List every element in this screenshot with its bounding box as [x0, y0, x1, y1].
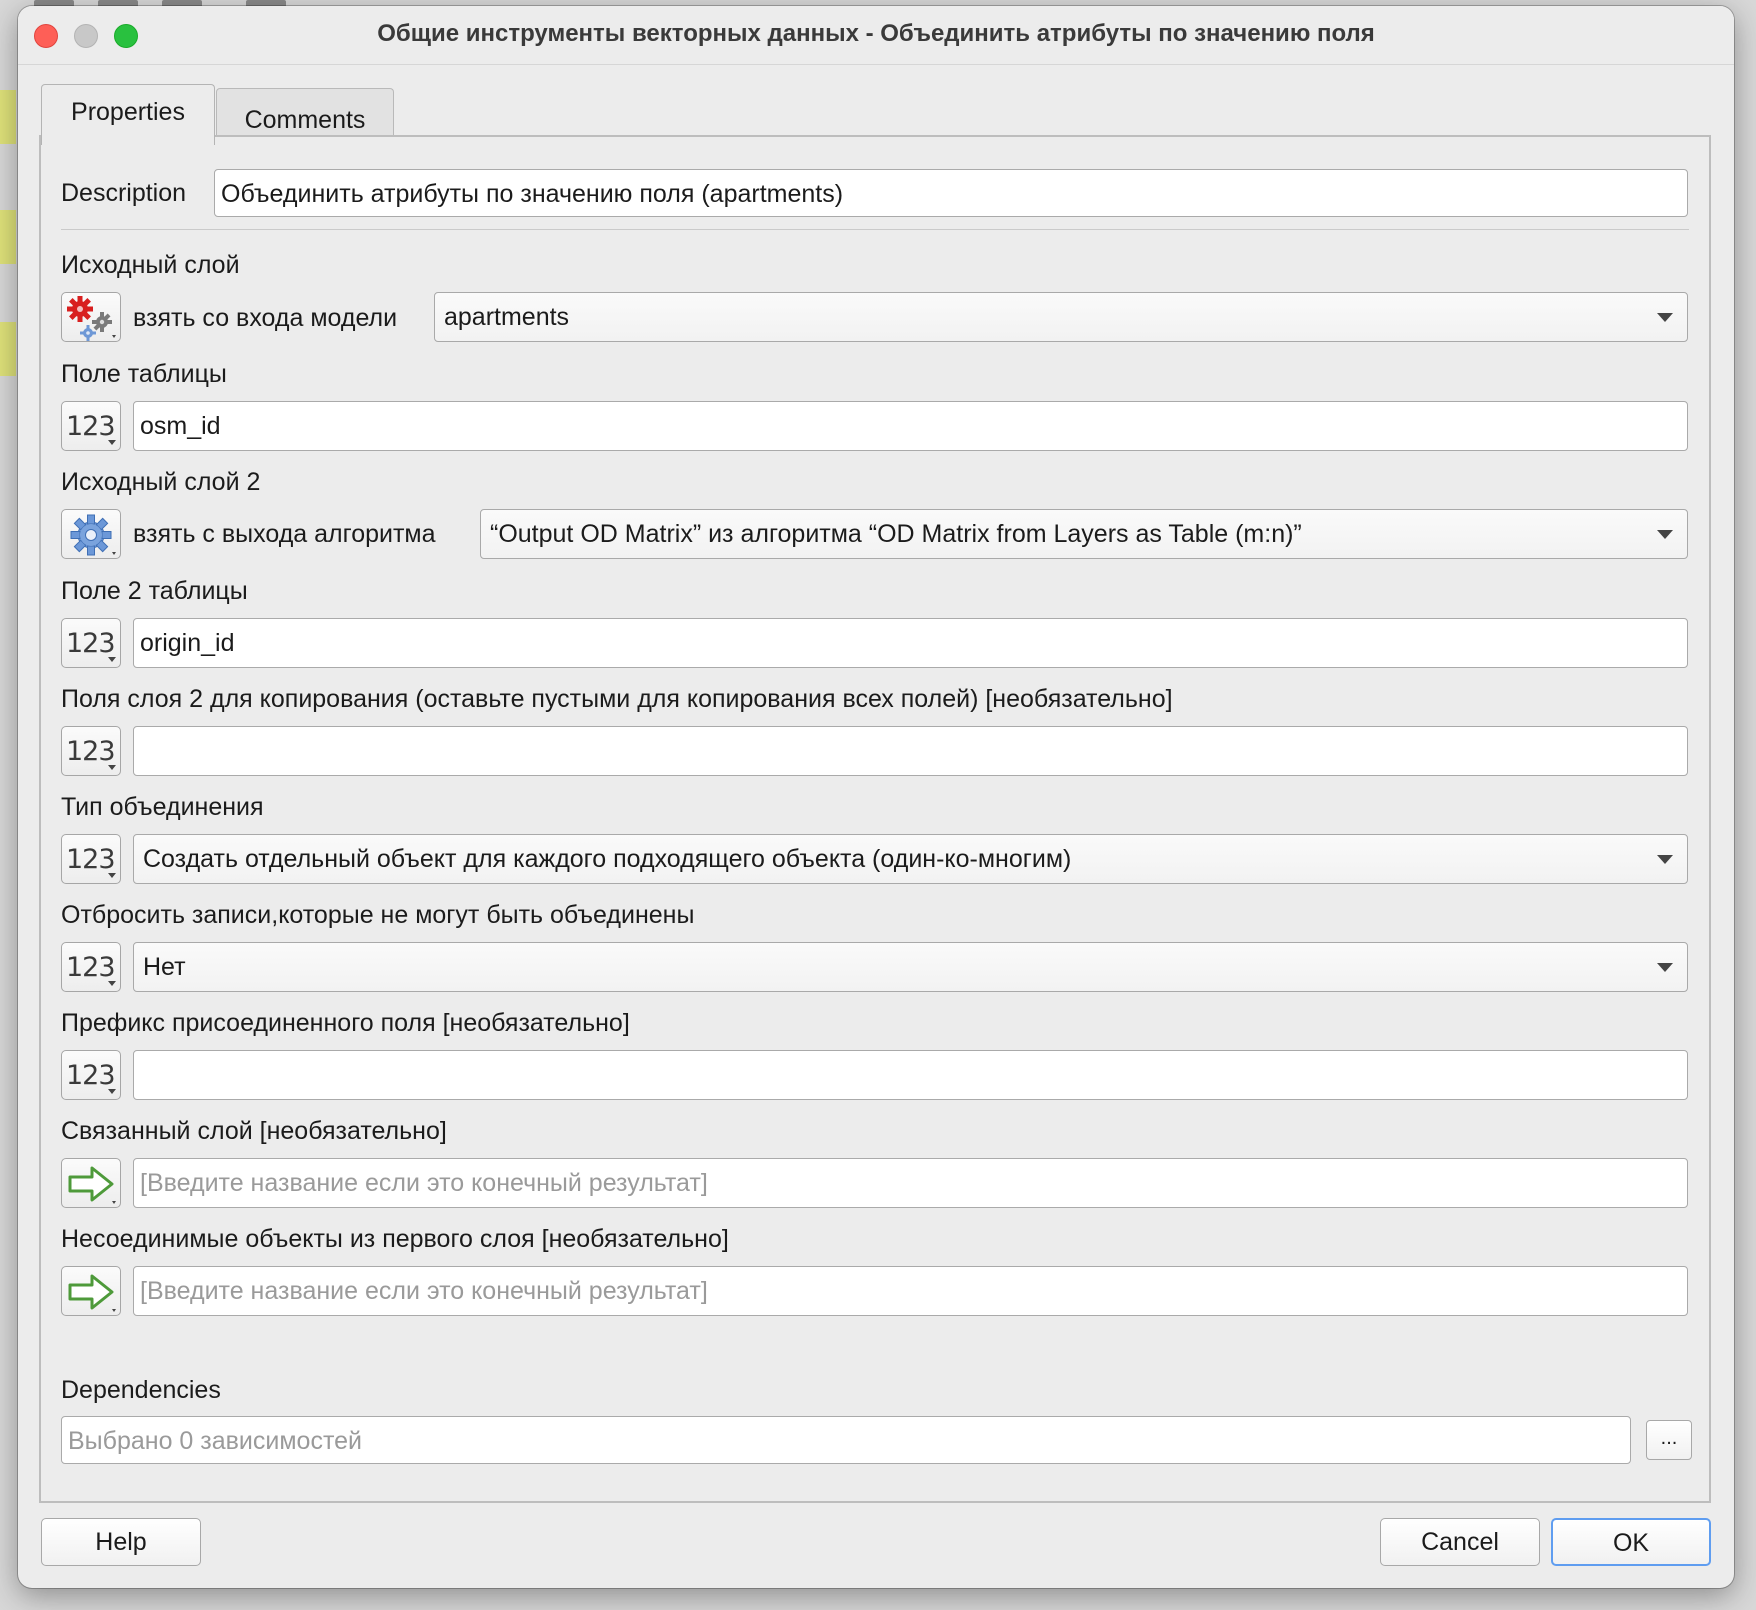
algorithm-dialog: Общие инструменты векторных данных - Объ… [18, 6, 1734, 1588]
input-layer-2-source-label: взять с выхода алгоритма [133, 520, 436, 548]
cancel-button[interactable]: Cancel [1380, 1518, 1540, 1566]
close-window-button[interactable] [34, 24, 58, 48]
input-layer-2-value: “Output OD Matrix” из алгоритма “OD Matr… [490, 520, 1302, 548]
numeric-value-icon: 123 [66, 736, 116, 767]
fields-to-copy-label: Поля слоя 2 для копирования (оставьте пу… [61, 685, 1173, 713]
chevron-down-icon [108, 981, 116, 986]
description-input[interactable]: Объединить атрибуты по значению поля (ap… [214, 169, 1688, 217]
joined-layer-label: Связанный слой [необязательно] [61, 1117, 447, 1145]
discard-nonmatching-combo[interactable]: Нет [133, 942, 1688, 992]
dependencies-browse-button[interactable]: ... [1646, 1420, 1692, 1460]
input-layer-2-source-button[interactable] [61, 509, 121, 559]
input-layer-2-label: Исходный слой 2 [61, 468, 261, 496]
discard-nonmatching-source-button[interactable]: 123 [61, 942, 121, 992]
discard-nonmatching-label: Отбросить записи,которые не могут быть о… [61, 901, 695, 929]
model-input-gears-icon [67, 296, 116, 341]
numeric-value-icon: 123 [66, 411, 116, 442]
algorithm-output-gear-icon [70, 514, 116, 556]
unjoinable-input[interactable]: [Введите название если это конечный резу… [133, 1266, 1688, 1316]
backdrop-yellow-strip [0, 90, 16, 144]
backdrop-yellow-strip [0, 322, 16, 376]
numeric-value-icon: 123 [66, 844, 116, 875]
join-type-label: Тип объединения [61, 793, 264, 821]
join-type-combo[interactable]: Создать отдельный объект для каждого под… [133, 834, 1688, 884]
unjoinable-label: Несоединимые объекты из первого слоя [не… [61, 1225, 729, 1253]
title-bar: Общие инструменты векторных данных - Объ… [18, 6, 1734, 65]
discard-nonmatching-value: Нет [143, 953, 186, 981]
window-title: Общие инструменты векторных данных - Объ… [377, 20, 1375, 47]
unjoinable-source-button[interactable] [61, 1266, 121, 1316]
input-layer-source-button[interactable] [61, 292, 121, 342]
table-field-source-button[interactable]: 123 [61, 401, 121, 451]
table-field-2-input[interactable]: origin_id [133, 618, 1688, 668]
backdrop-yellow-strip [0, 210, 16, 264]
help-button[interactable]: Help [41, 1518, 201, 1566]
input-layer-2-combo[interactable]: “Output OD Matrix” из алгоритма “OD Matr… [480, 509, 1688, 559]
description-separator [61, 229, 1689, 230]
prefix-label: Префикс присоединенного поля [необязател… [61, 1009, 630, 1037]
joined-layer-input[interactable]: [Введите название если это конечный резу… [133, 1158, 1688, 1208]
chevron-down-icon [108, 765, 116, 770]
table-field-2-source-button[interactable]: 123 [61, 618, 121, 668]
table-field-input[interactable]: osm_id [133, 401, 1688, 451]
numeric-value-icon: 123 [66, 628, 116, 659]
table-field-label: Поле таблицы [61, 360, 227, 388]
fields-to-copy-input[interactable] [133, 726, 1688, 776]
input-layer-label: Исходный слой [61, 251, 240, 279]
tab-properties[interactable]: Properties [41, 84, 215, 145]
input-layer-value: apartments [444, 303, 570, 331]
join-type-value: Создать отдельный объект для каждого под… [143, 845, 1072, 873]
join-type-source-button[interactable]: 123 [61, 834, 121, 884]
chevron-down-icon [108, 873, 116, 878]
chevron-down-icon [1657, 963, 1673, 972]
table-field-2-label: Поле 2 таблицы [61, 577, 248, 605]
chevron-down-icon [108, 1089, 116, 1094]
dependencies-label: Dependencies [61, 1376, 221, 1404]
dependencies-input[interactable]: Выбрано 0 зависимостей [61, 1416, 1631, 1464]
minimize-window-button[interactable] [74, 24, 98, 48]
input-layer-combo[interactable]: apartments [434, 292, 1688, 342]
green-arrow-icon [68, 1166, 116, 1204]
chevron-down-icon [108, 440, 116, 445]
green-arrow-icon [68, 1274, 116, 1312]
tab-comments[interactable]: Comments [216, 88, 394, 140]
chevron-down-icon [1657, 313, 1673, 322]
prefix-source-button[interactable]: 123 [61, 1050, 121, 1100]
joined-layer-source-button[interactable] [61, 1158, 121, 1208]
zoom-window-button[interactable] [114, 24, 138, 48]
description-label: Description [61, 179, 187, 207]
numeric-value-icon: 123 [66, 952, 116, 983]
chevron-down-icon [1657, 855, 1673, 864]
fields-to-copy-source-button[interactable]: 123 [61, 726, 121, 776]
ok-button[interactable]: OK [1551, 1518, 1711, 1566]
prefix-input[interactable] [133, 1050, 1688, 1100]
numeric-value-icon: 123 [66, 1060, 116, 1091]
chevron-down-icon [1657, 530, 1673, 539]
chevron-down-icon [108, 657, 116, 662]
input-layer-source-label: взять со входа модели [133, 304, 398, 332]
